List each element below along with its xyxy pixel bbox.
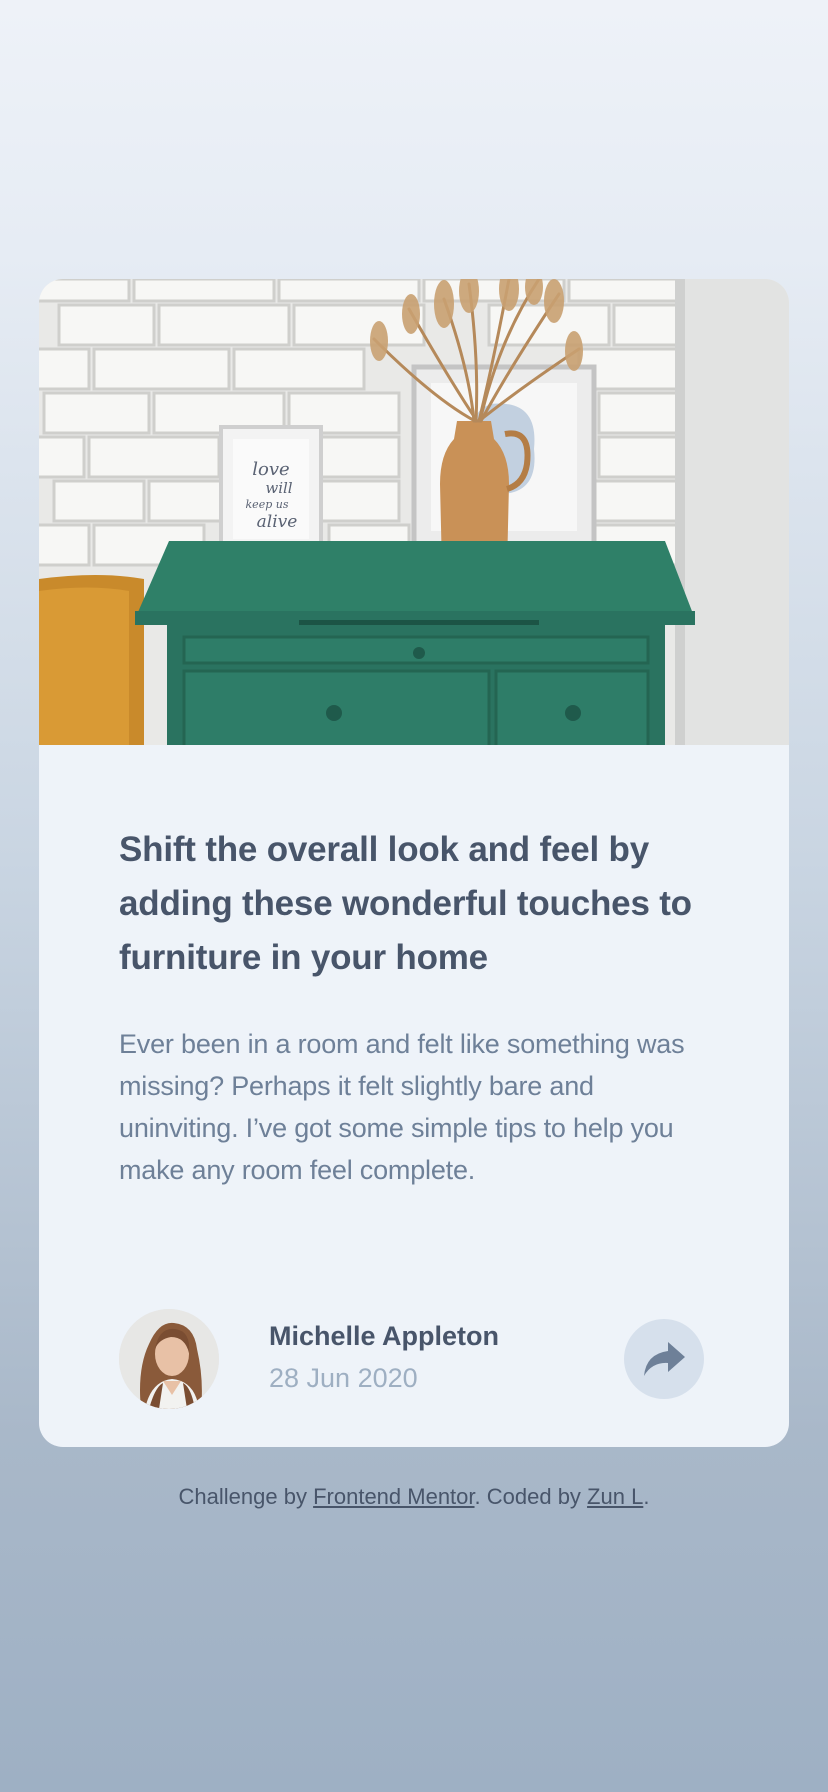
attribution-prefix: Challenge by xyxy=(178,1484,314,1509)
article-content: Shift the overall look and feel by addin… xyxy=(119,823,719,1191)
article-card: love will keep us alive Shift the overal… xyxy=(39,279,789,1447)
share-button[interactable] xyxy=(624,1319,704,1399)
attribution-middle: . Coded by xyxy=(474,1484,588,1509)
author-name: Michelle Appleton xyxy=(269,1321,500,1351)
attribution-suffix: . xyxy=(643,1484,650,1509)
author-info: Michelle Appleton 28 Jun 2020 xyxy=(269,1319,499,1395)
author-avatar xyxy=(119,1309,219,1409)
post-date: 28 Jun 2020 xyxy=(269,1363,418,1393)
frontend-mentor-link[interactable]: Frontend Mentor xyxy=(313,1484,474,1509)
author-profile-link[interactable]: Zun L xyxy=(587,1484,643,1509)
svg-text:will: will xyxy=(265,479,292,497)
svg-text:love: love xyxy=(252,459,289,480)
share-arrow-icon xyxy=(642,1340,686,1378)
article-description: Ever been in a room and felt like someth… xyxy=(119,1029,685,1185)
article-title: Shift the overall look and feel by addin… xyxy=(119,830,692,977)
attribution: Challenge by Frontend Mentor. Coded by Z… xyxy=(0,1480,828,1514)
svg-text:keep us: keep us xyxy=(246,498,289,511)
svg-text:alive: alive xyxy=(257,512,298,532)
hero-image: love will keep us alive xyxy=(39,279,789,745)
